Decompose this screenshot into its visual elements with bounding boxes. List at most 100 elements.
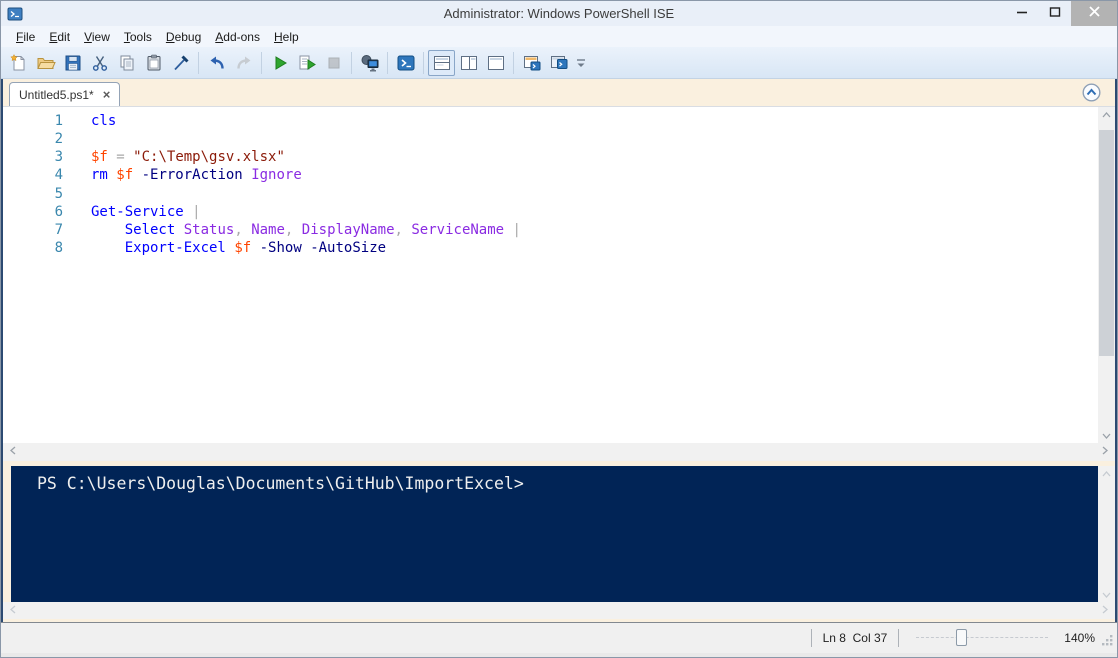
new-script-button[interactable]	[5, 50, 32, 76]
console-prompt-line: PS C:\Users\Douglas\Documents\GitHub\Imp…	[37, 474, 1098, 494]
console-pane[interactable]: PS C:\Users\Douglas\Documents\GitHub\Imp…	[11, 466, 1098, 602]
toolbar-separator	[387, 52, 388, 74]
code-line: 1cls	[3, 112, 1098, 130]
new-powershell-tab-button[interactable]	[518, 50, 545, 76]
line-number: 2	[3, 130, 63, 148]
redo-button[interactable]	[230, 50, 257, 76]
redo-icon	[234, 53, 254, 73]
editor-vertical-scrollbar	[1098, 107, 1115, 443]
toolbar-overflow-icon	[575, 53, 587, 73]
code-text: cls	[91, 112, 116, 130]
window-title: Administrator: Windows PowerShell ISE	[1, 6, 1117, 21]
script-editor[interactable]: 1cls23$f = "C:\Temp\gsv.xlsx"4rm $f -Err…	[3, 107, 1098, 443]
scroll-up-arrow[interactable]	[1098, 107, 1115, 123]
console-scroll-up-arrow[interactable]	[1098, 466, 1115, 482]
collapse-script-pane-button[interactable]	[1082, 83, 1101, 102]
paste-button[interactable]	[140, 50, 167, 76]
code-text: Select Status, Name, DisplayName, Servic…	[91, 221, 521, 239]
cut-button[interactable]	[86, 50, 113, 76]
stop-operation-icon	[324, 53, 344, 73]
toolbar	[1, 47, 1117, 79]
scroll-right-arrow[interactable]	[1099, 443, 1110, 461]
start-powershell-icon	[396, 53, 416, 73]
scroll-left-arrow[interactable]	[8, 443, 19, 461]
code-line: 8 Export-Excel $f -Show -AutoSize	[3, 239, 1098, 257]
code-line: 5	[3, 185, 1098, 203]
console-scroll-left-arrow[interactable]	[8, 602, 19, 620]
minimize-icon	[1016, 5, 1028, 23]
undo-button[interactable]	[203, 50, 230, 76]
save-button[interactable]	[59, 50, 86, 76]
console-scroll-down-arrow[interactable]	[1098, 586, 1115, 602]
script-pane-right-icon	[459, 53, 479, 73]
console-vertical-scrollbar	[1098, 466, 1115, 602]
code-line: 2	[3, 130, 1098, 148]
content-area: Untitled5.ps1* × 1cls23$f = "C:\Temp\gsv…	[1, 79, 1117, 622]
line-number: 7	[3, 221, 63, 239]
menu-view[interactable]: View	[77, 28, 117, 46]
minimize-button[interactable]	[1005, 1, 1038, 26]
toolbar-overflow-button[interactable]	[572, 50, 589, 76]
powershell-ise-window: Administrator: Windows PowerShell ISE Fi…	[0, 0, 1118, 658]
script-tab-strip: Untitled5.ps1* ×	[3, 79, 1115, 106]
toolbar-separator	[261, 52, 262, 74]
copy-button[interactable]	[113, 50, 140, 76]
zoom-slider-thumb[interactable]	[956, 629, 967, 646]
line-column-indicator: Ln 8 Col 37	[823, 631, 888, 645]
close-icon	[1088, 5, 1101, 23]
code-text: Export-Excel $f -Show -AutoSize	[91, 239, 386, 257]
maximize-button[interactable]	[1038, 1, 1071, 26]
start-powershell-button[interactable]	[392, 50, 419, 76]
clear-console-icon	[171, 53, 191, 73]
window-controls	[1005, 1, 1117, 26]
new-powershell-tab-icon	[522, 53, 542, 73]
toolbar-separator	[423, 52, 424, 74]
zoom-slider-track[interactable]	[916, 637, 1048, 638]
new-remote-powershell-tab-icon	[360, 53, 380, 73]
code-text: Get-Service |	[91, 203, 201, 221]
script-pane-maximized-icon	[486, 53, 506, 73]
run-selection-icon	[297, 53, 317, 73]
copy-icon	[117, 53, 137, 73]
remote-powershell-window-button[interactable]	[545, 50, 572, 76]
powershell-ise-app-icon	[7, 6, 23, 22]
console-horizontal-scrollbar[interactable]	[3, 602, 1115, 619]
menu-file[interactable]: File	[9, 28, 42, 46]
undo-icon	[207, 53, 227, 73]
new-remote-powershell-tab-button[interactable]	[356, 50, 383, 76]
editor-scrollbar-thumb[interactable]	[1099, 130, 1114, 356]
scroll-down-arrow[interactable]	[1098, 427, 1115, 443]
script-tab-untitled5[interactable]: Untitled5.ps1* ×	[9, 82, 120, 106]
toolbar-separator	[351, 52, 352, 74]
script-pane-top-icon	[432, 53, 452, 73]
line-number: 6	[3, 203, 63, 221]
menu-help[interactable]: Help	[267, 28, 306, 46]
close-button[interactable]	[1071, 1, 1117, 26]
menu-debug[interactable]: Debug	[159, 28, 208, 46]
open-script-button[interactable]	[32, 50, 59, 76]
tab-close-icon[interactable]: ×	[103, 88, 111, 101]
code-line: 4rm $f -ErrorAction Ignore	[3, 166, 1098, 184]
script-pane-right-button[interactable]	[455, 50, 482, 76]
zoom-slider[interactable]	[916, 629, 1048, 647]
run-script-icon	[270, 53, 290, 73]
cut-icon	[90, 53, 110, 73]
line-number: 4	[3, 166, 63, 184]
resize-grip-icon[interactable]	[1101, 634, 1114, 650]
code-line: 6 Get-Service |	[3, 203, 1098, 221]
menu-edit[interactable]: Edit	[42, 28, 77, 46]
line-number: 8	[3, 239, 63, 257]
save-icon	[63, 53, 83, 73]
clear-console-button[interactable]	[167, 50, 194, 76]
toolbar-separator	[513, 52, 514, 74]
editor-horizontal-scrollbar[interactable]	[3, 443, 1115, 461]
run-script-button[interactable]	[266, 50, 293, 76]
code-line: 7 Select Status, Name, DisplayName, Serv…	[3, 221, 1098, 239]
stop-operation-button[interactable]	[320, 50, 347, 76]
run-selection-button[interactable]	[293, 50, 320, 76]
menu-addons[interactable]: Add-ons	[208, 28, 267, 46]
console-scroll-right-arrow[interactable]	[1099, 602, 1110, 620]
menu-tools[interactable]: Tools	[117, 28, 159, 46]
script-pane-maximized-button[interactable]	[482, 50, 509, 76]
script-pane-top-button[interactable]	[428, 50, 455, 76]
